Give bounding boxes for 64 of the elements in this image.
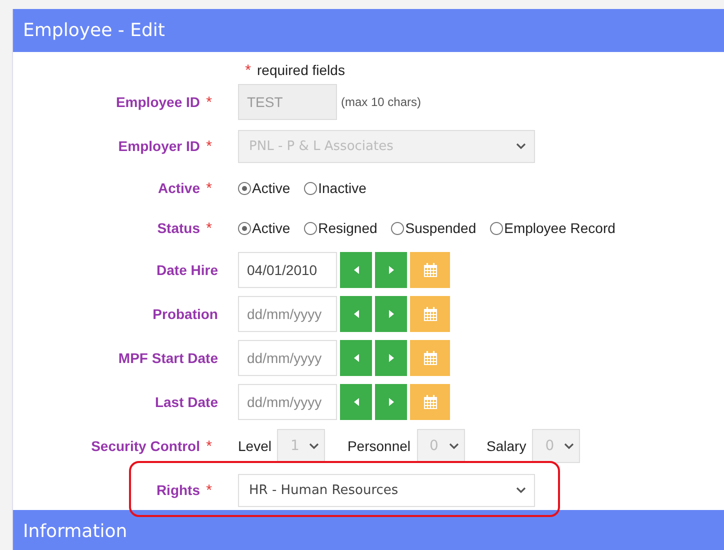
- radio-option[interactable]: Active: [238, 180, 290, 196]
- field-label: Status: [157, 220, 200, 236]
- caret-left-icon: [354, 354, 358, 362]
- calendar-icon: [424, 307, 436, 321]
- caret-right-icon: [388, 266, 394, 274]
- chevron-down-icon: [516, 486, 526, 494]
- required-note: required fields: [257, 62, 345, 78]
- required-asterisk: *: [244, 61, 252, 81]
- next-button[interactable]: [375, 384, 407, 420]
- chevron-down-icon: [516, 142, 526, 150]
- previous-button[interactable]: [340, 296, 372, 332]
- field-label: Probation: [152, 306, 218, 322]
- required-asterisk: *: [205, 138, 213, 154]
- previous-button[interactable]: [340, 384, 372, 420]
- field-label: Security Control: [91, 438, 200, 454]
- radio-option[interactable]: Active: [238, 220, 290, 236]
- field-label: Employee ID: [116, 94, 200, 110]
- required-asterisk: *: [205, 180, 213, 196]
- panel-title: Employee - Edit: [23, 19, 166, 43]
- date-field[interactable]: dd/mm/yyyy: [238, 384, 337, 420]
- required-asterisk: *: [205, 94, 213, 110]
- previous-button[interactable]: [340, 252, 372, 288]
- caret-right-icon: [388, 354, 394, 362]
- radio-option[interactable]: Suspended: [391, 220, 476, 236]
- next-button[interactable]: [375, 296, 407, 332]
- select-label: Level: [238, 438, 272, 454]
- select-label: Personnel: [347, 438, 411, 454]
- calendar-icon: [424, 395, 436, 409]
- calendar-button[interactable]: [410, 296, 450, 332]
- field-label: Active: [158, 180, 200, 196]
- calendar-button[interactable]: [410, 340, 450, 376]
- previous-button[interactable]: [340, 340, 372, 376]
- chevron-down-icon: [309, 442, 320, 450]
- calendar-icon: [424, 351, 436, 365]
- field-label: MPF Start Date: [118, 350, 218, 366]
- calendar-button[interactable]: [410, 384, 450, 420]
- caret-right-icon: [388, 398, 394, 406]
- chevron-down-icon: [448, 442, 459, 450]
- caret-right-icon: [388, 310, 394, 318]
- radio-option[interactable]: Resigned: [304, 220, 378, 236]
- next-button[interactable]: [375, 252, 407, 288]
- date-field[interactable]: dd/mm/yyyy: [238, 296, 337, 332]
- caret-left-icon: [354, 310, 358, 318]
- next-button[interactable]: [375, 340, 407, 376]
- panel-title: Information: [23, 520, 128, 544]
- field-label: Employer ID: [118, 138, 200, 154]
- field-label: Last Date: [154, 394, 218, 410]
- field-label: Rights: [156, 482, 200, 498]
- select-field[interactable]: HR - Human Resources: [238, 474, 535, 506]
- chevron-down-icon: [564, 442, 574, 450]
- field-hint: (max 10 chars): [341, 95, 422, 109]
- caret-left-icon: [354, 266, 358, 274]
- calendar-button[interactable]: [410, 252, 450, 288]
- required-asterisk: *: [205, 220, 213, 236]
- date-field[interactable]: 04/01/2010: [238, 252, 337, 288]
- required-asterisk: *: [205, 438, 213, 454]
- radio-option[interactable]: Employee Record: [490, 220, 616, 236]
- field-label: Date Hire: [156, 262, 218, 278]
- select-label: Salary: [486, 438, 526, 454]
- calendar-icon: [424, 263, 436, 277]
- radio-option[interactable]: Inactive: [304, 180, 366, 196]
- date-field[interactable]: dd/mm/yyyy: [238, 340, 337, 376]
- caret-left-icon: [354, 398, 358, 406]
- required-asterisk: *: [205, 482, 213, 498]
